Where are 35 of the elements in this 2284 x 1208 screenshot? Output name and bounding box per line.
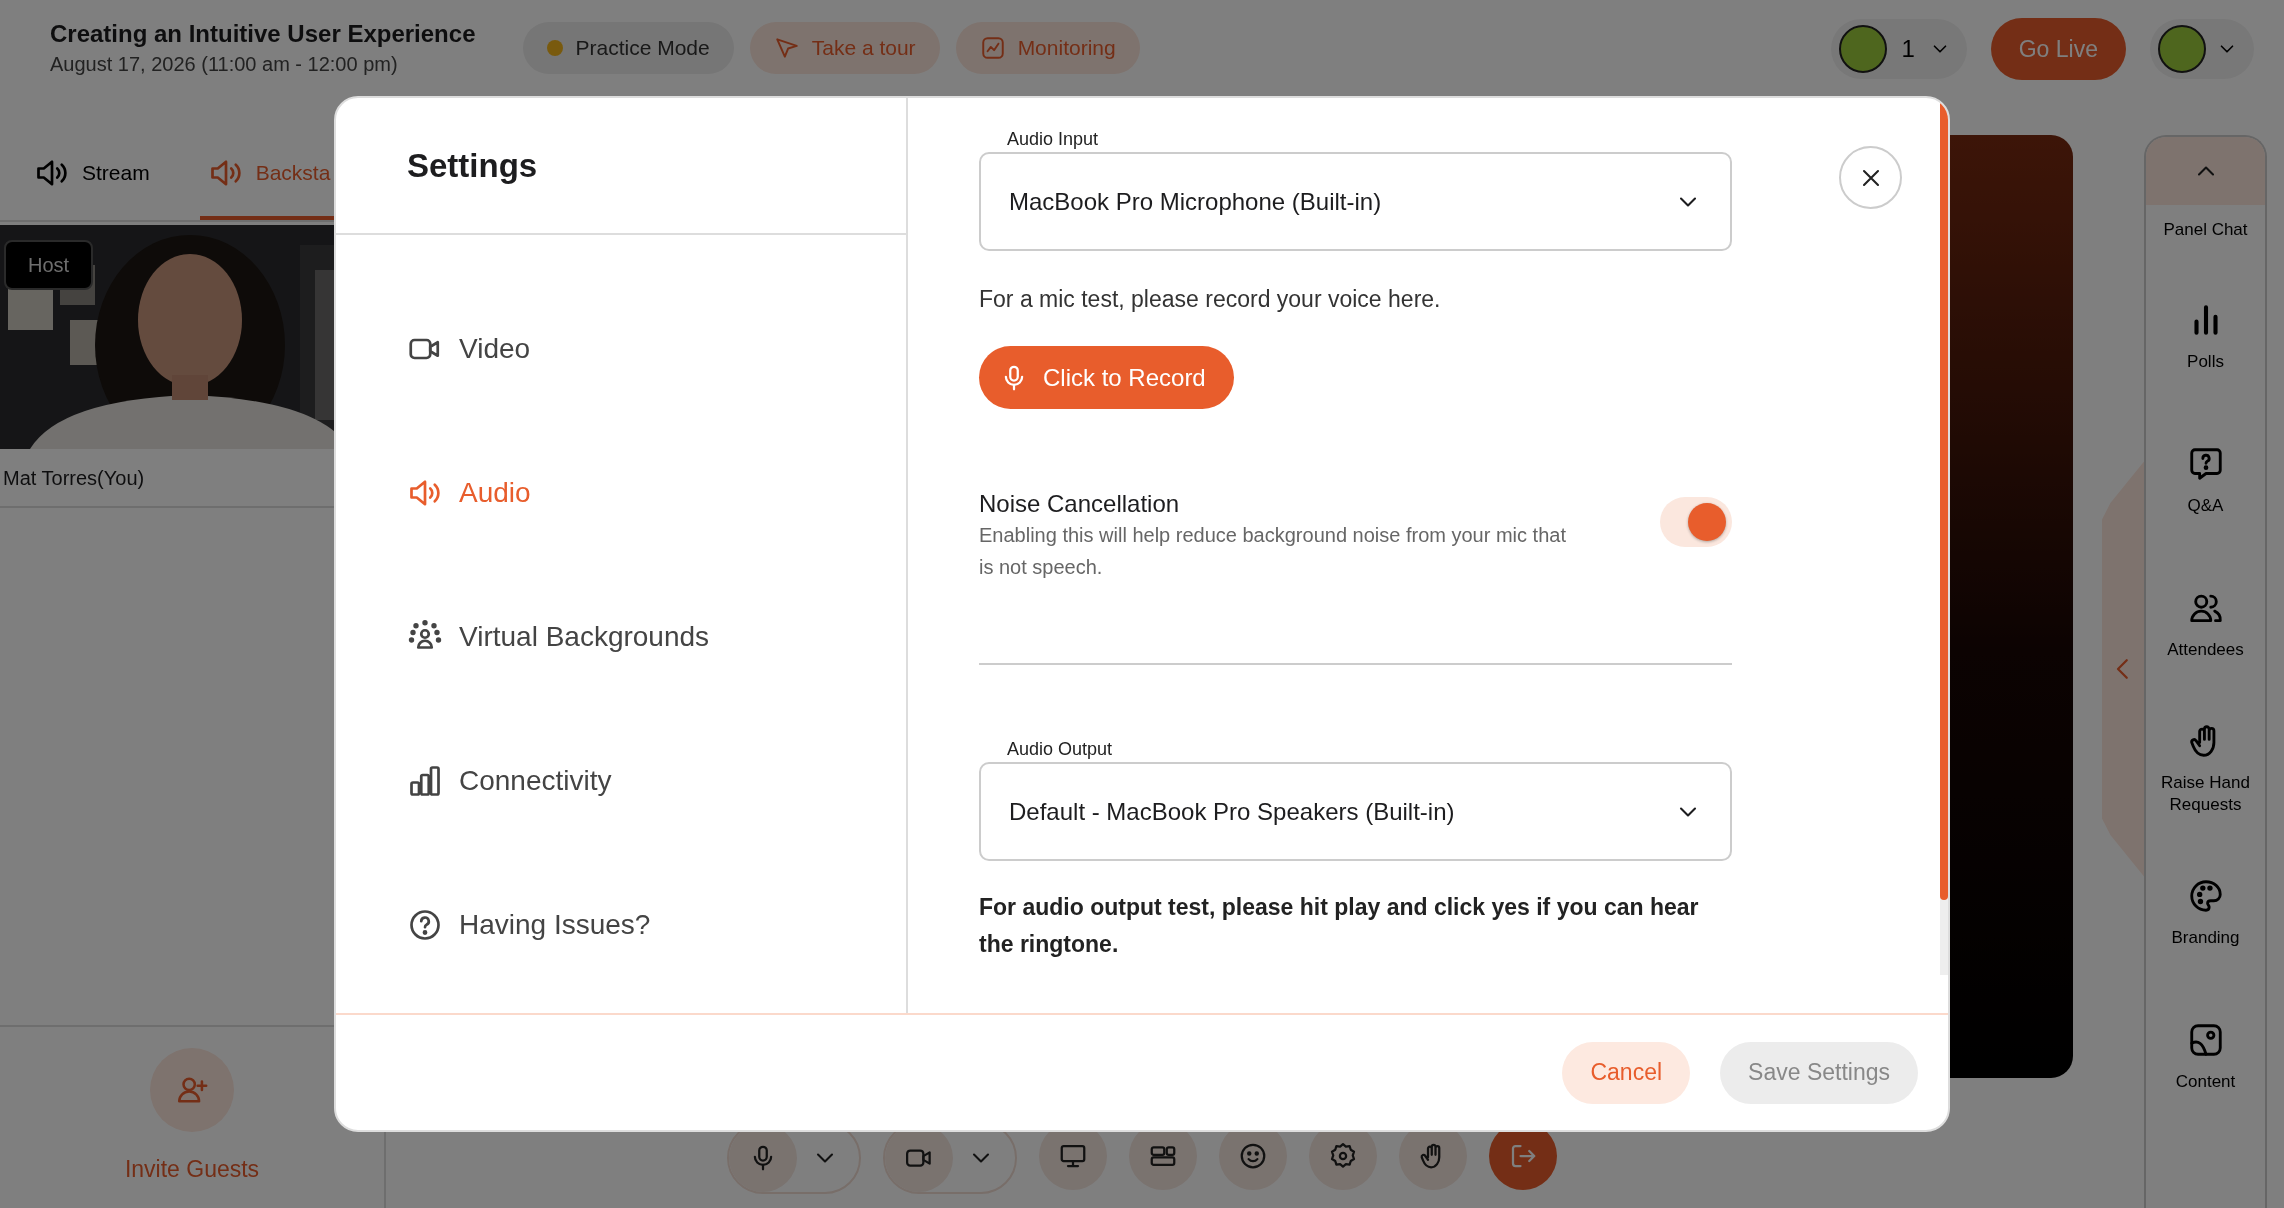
help-icon bbox=[407, 907, 443, 943]
dialog-title: Settings bbox=[336, 98, 906, 235]
event-date: August 17, 2026 (11:00 am - 12:00 pm) bbox=[50, 52, 399, 77]
sidebar-item[interactable]: Branding bbox=[2146, 841, 2265, 985]
sidebar-item[interactable]: Attendees bbox=[2146, 553, 2265, 697]
sidebar-item[interactable]: Panel Chat bbox=[2146, 205, 2265, 265]
pointer-icon bbox=[773, 35, 800, 61]
event-title: Creating an Intuitive User Experience bbox=[50, 19, 476, 49]
setting-description: Enabling this will help reduce background noise from your mic that is not speech. bbox=[979, 523, 1567, 580]
host-badge: Host bbox=[4, 240, 94, 290]
signal-bars-icon bbox=[407, 763, 443, 799]
invite-label: Invite Guests bbox=[124, 1155, 260, 1185]
toggle-switch[interactable] bbox=[1660, 497, 1732, 547]
select-field[interactable]: MacBook Pro Microphone (Built-in) bbox=[979, 152, 1732, 251]
sidebar-item[interactable]: Content bbox=[2146, 985, 2265, 1129]
settings-nav-item[interactable]: Virtual Backgrounds bbox=[336, 565, 906, 709]
avatar bbox=[2158, 25, 2206, 73]
record-button[interactable]: Click to Record bbox=[979, 346, 1234, 409]
settings-nav-item[interactable]: Connectivity bbox=[336, 709, 906, 853]
settings-nav-item[interactable]: Having Issues? bbox=[336, 853, 906, 997]
hint-text: For audio output test, please hit play and click yes if you can hear the ringtone. bbox=[979, 893, 1700, 959]
panel-tab[interactable]: Stream bbox=[26, 130, 158, 220]
sidebar-item[interactable]: Q&A bbox=[2146, 409, 2265, 553]
mode-badge: Practice Mode bbox=[523, 22, 734, 74]
participants-menu[interactable]: 1 bbox=[1831, 19, 1967, 79]
sidebar-item[interactable]: Raise Hand Requests bbox=[2146, 697, 2265, 841]
hint-text: For a mic test, please record your voice here. bbox=[979, 285, 1442, 313]
settings-nav-item[interactable]: Video bbox=[336, 277, 906, 421]
sidebar-item[interactable]: Polls bbox=[2146, 265, 2265, 409]
select-field[interactable]: Default - MacBook Pro Speakers (Built-in) bbox=[979, 762, 1732, 861]
setting-title: Noise Cancellation bbox=[979, 489, 1181, 519]
chart-icon bbox=[979, 35, 1006, 61]
avatar bbox=[1839, 25, 1888, 73]
cancel-button[interactable]: Cancel bbox=[1562, 1041, 1691, 1104]
status-dot bbox=[547, 40, 564, 56]
